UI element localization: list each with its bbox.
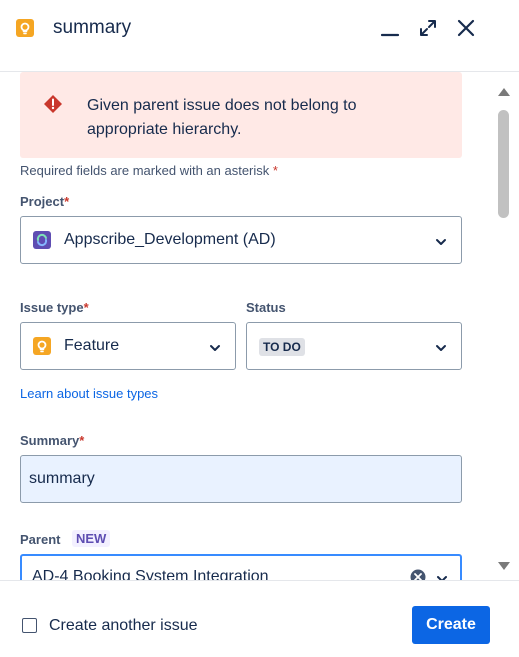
scrollbar-thumb[interactable] xyxy=(498,110,509,218)
parent-value: AD-4 Booking System Integration xyxy=(32,568,269,580)
scroll-down-arrow-icon[interactable] xyxy=(497,558,511,576)
chevron-down-icon xyxy=(435,341,447,359)
clear-icon[interactable] xyxy=(410,569,426,580)
close-icon[interactable] xyxy=(454,16,478,40)
feature-icon xyxy=(16,19,34,42)
chevron-down-icon xyxy=(436,572,448,580)
summary-label-text: Summary xyxy=(20,433,80,448)
required-asterisk: * xyxy=(79,433,85,448)
error-message: Given parent issue does not belong to ap… xyxy=(20,72,462,158)
error-icon xyxy=(43,94,63,119)
required-note: Required fields are marked with an aster… xyxy=(20,163,278,178)
project-value: Appscribe_Development (AD) xyxy=(64,231,276,248)
issue-type-select[interactable]: Feature xyxy=(20,322,236,370)
required-asterisk: * xyxy=(272,163,278,178)
expand-icon[interactable] xyxy=(416,16,440,40)
issue-type-label-text: Issue type xyxy=(20,300,84,315)
project-label: Project* xyxy=(20,194,69,209)
project-label-text: Project xyxy=(20,194,65,209)
create-another-label[interactable]: Create another issue xyxy=(49,617,198,635)
chevron-down-icon xyxy=(209,341,221,359)
summary-input[interactable] xyxy=(21,456,461,502)
create-button[interactable]: Create xyxy=(412,606,490,644)
project-icon xyxy=(33,231,51,254)
feature-icon xyxy=(33,337,51,360)
summary-field[interactable] xyxy=(20,455,462,503)
create-another-checkbox[interactable] xyxy=(22,618,37,633)
minimize-icon[interactable] xyxy=(378,16,402,40)
status-label: Status xyxy=(246,300,286,315)
status-select[interactable]: TO DO xyxy=(246,322,462,370)
modal-footer: Create another issue Create xyxy=(0,580,519,657)
scrollbar[interactable] xyxy=(491,72,519,580)
required-asterisk: * xyxy=(64,194,70,209)
form-body[interactable]: Given parent issue does not belong to ap… xyxy=(0,72,490,580)
status-lozenge: TO DO xyxy=(259,338,305,356)
issue-type-value: Feature xyxy=(64,337,120,354)
error-text: Given parent issue does not belong to ap… xyxy=(87,97,357,138)
required-note-text: Required fields are marked with an aster… xyxy=(20,163,270,178)
summary-label: Summary* xyxy=(20,433,84,448)
learn-issue-types-link[interactable]: Learn about issue types xyxy=(20,386,158,401)
chevron-down-icon xyxy=(435,235,447,253)
modal-title: summary xyxy=(53,17,132,38)
modal-header: summary xyxy=(0,0,519,72)
scroll-up-arrow-icon[interactable] xyxy=(497,84,511,102)
parent-label: Parent xyxy=(20,532,61,547)
parent-select[interactable]: AD-4 Booking System Integration xyxy=(20,554,462,580)
issue-type-label: Issue type* xyxy=(20,300,89,315)
new-badge: NEW xyxy=(72,530,111,547)
required-asterisk: * xyxy=(83,300,89,315)
project-select[interactable]: Appscribe_Development (AD) xyxy=(20,216,462,264)
